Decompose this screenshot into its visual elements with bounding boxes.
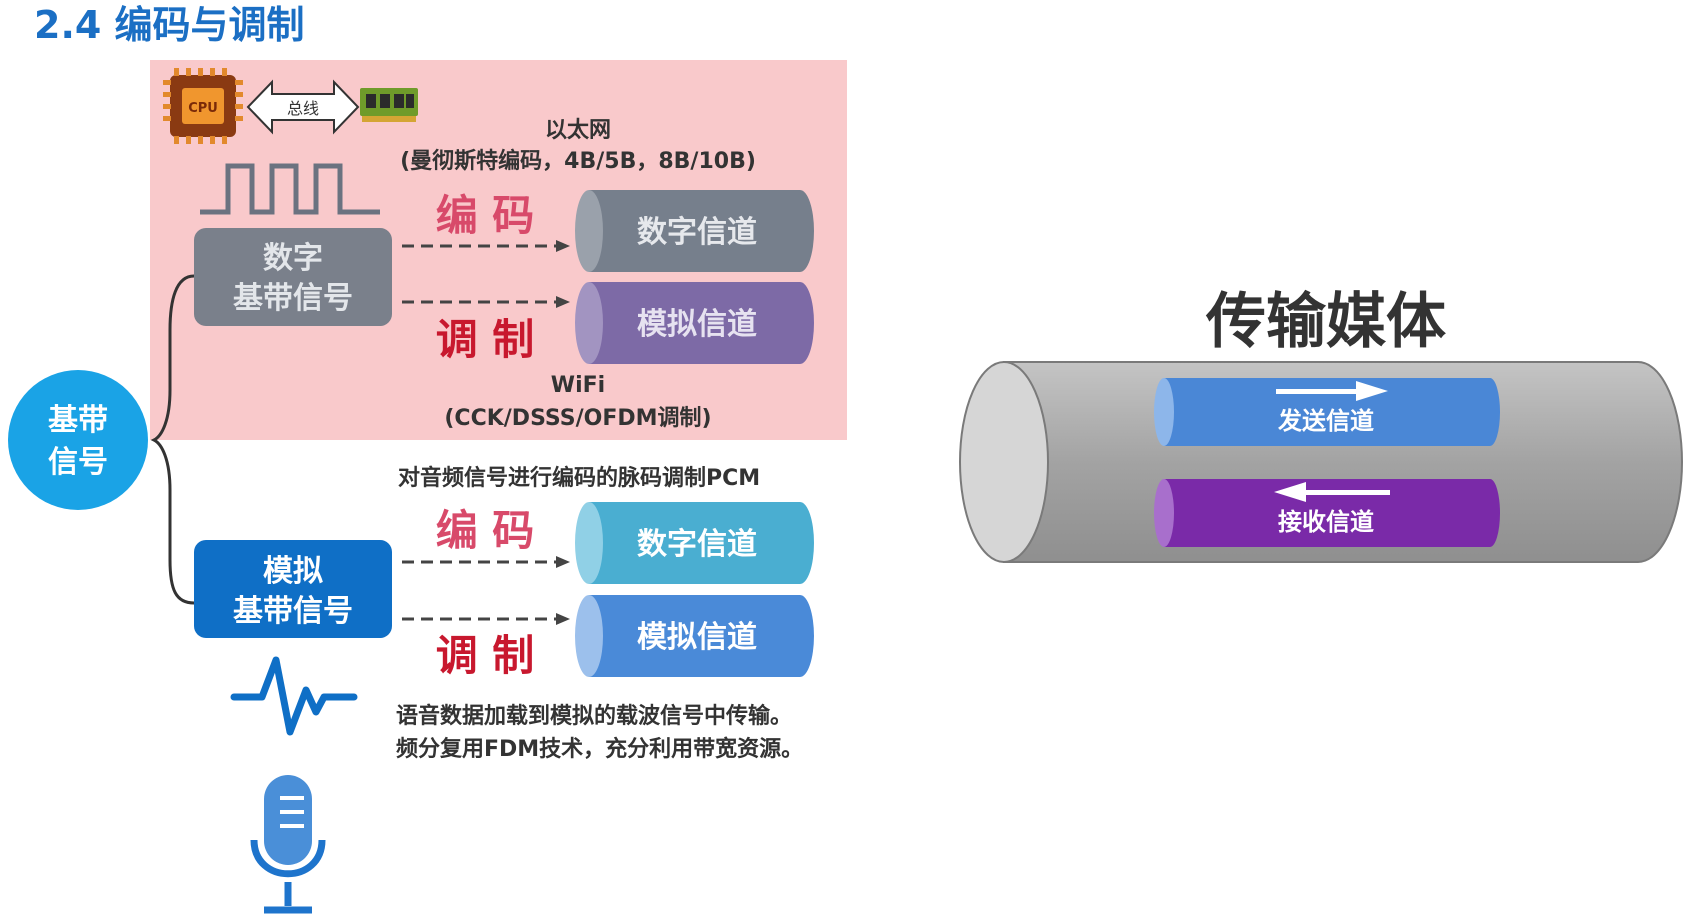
pcm-note: 对音频信号进行编码的脉码调制PCM [398,465,760,491]
send-channel-label: 发送信道 [1277,407,1374,435]
top-analog-channel: 模拟信道 [575,282,814,364]
bottom-digital-channel: 数字信道 [575,502,814,584]
top-digital-channel: 数字信道 [575,190,814,272]
ethernet-title: 以太网 [545,118,611,143]
carrier-note-2: 频分复用FDM技术，充分利用带宽资源。 [396,736,803,762]
memory-module-icon [360,88,418,122]
analog-baseband-box: 模拟 基带信号 [194,540,392,638]
send-channel: 发送信道 [1154,378,1500,446]
baseband-signal-node: 基带 信号 [8,370,148,510]
bottom-modulate-arrow [402,613,570,625]
slide: 2.4 编码与调制 CPU 总线 以太网 (曼彻斯特编码，4B/5B，8B/10… [0,0,1684,918]
carrier-note-1: 语音数据加载到模拟的载波信号中传输。 [396,703,792,729]
top-modulate-label: 调 制 [436,315,535,364]
cpu-chip-icon: CPU [163,68,243,144]
top-encode-label: 编 码 [436,191,535,240]
analog-baseband-line2: 基带信号 [233,594,353,629]
bottom-digital-channel-label: 数字信道 [637,527,757,562]
page-title: 2.4 编码与调制 [34,3,305,47]
bottom-modulate-label: 调 制 [436,631,535,680]
wifi-title: WiFi [551,373,605,398]
cpu-label: CPU [188,101,218,116]
bottom-analog-channel-label: 模拟信道 [637,620,757,655]
receive-channel-label: 接收信道 [1278,508,1374,536]
ethernet-detail: (曼彻斯特编码，4B/5B，8B/10B) [400,148,756,174]
top-analog-channel-label: 模拟信道 [637,307,757,342]
digital-baseband-line2: 基带信号 [233,281,353,316]
digital-baseband-line1: 数字 [263,241,323,276]
microphone-icon [250,775,326,914]
baseband-line1: 基带 [48,403,108,438]
analog-baseband-line1: 模拟 [263,554,323,589]
media-title: 传输媒体 [1205,287,1446,357]
bottom-analog-channel: 模拟信道 [575,595,814,677]
digital-baseband-box: 数字 基带信号 [194,228,392,326]
receive-channel: 接收信道 [1154,479,1500,547]
top-digital-channel-label: 数字信道 [637,215,757,250]
bottom-encode-label: 编 码 [436,506,535,555]
bottom-encode-arrow [402,556,570,568]
analog-waveform-icon [230,656,358,736]
baseband-line2: 信号 [48,445,108,480]
wifi-detail: (CCK/DSSS/OFDM调制) [444,406,711,431]
diagram-canvas: 2.4 编码与调制 CPU 总线 以太网 (曼彻斯特编码，4B/5B，8B/10… [8,3,1683,914]
bus-label: 总线 [287,99,319,118]
